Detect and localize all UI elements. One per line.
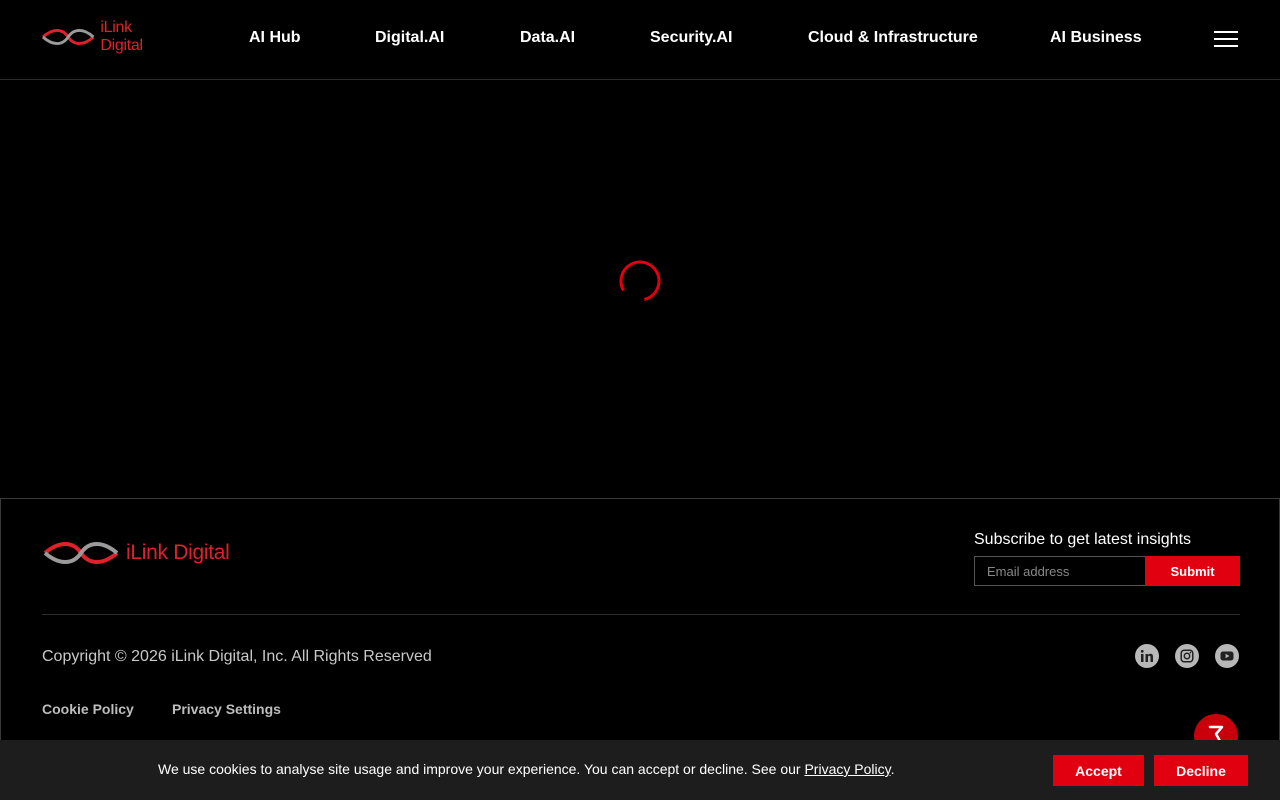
cookie-consent-bar: We use cookies to analyse site usage and… [0, 740, 1280, 800]
subscribe-title: Subscribe to get latest insights [974, 531, 1192, 548]
footer-logo[interactable]: iLink Digital [43, 541, 230, 565]
copyright-text: Copyright © 2026 iLink Digital, Inc. All… [42, 648, 432, 665]
youtube-icon[interactable] [1215, 644, 1239, 668]
hamburger-menu-icon[interactable] [1214, 31, 1238, 49]
site-header: iLink Digital AI Hub Digital.AI Data.AI … [0, 0, 1280, 80]
loading-spinner-icon [619, 260, 661, 302]
nav-item-ai-business[interactable]: AI Business [1050, 29, 1142, 47]
nav-item-digital-ai[interactable]: Digital.AI [375, 29, 444, 47]
cookie-message-end: . [890, 761, 895, 777]
email-field[interactable] [974, 556, 1146, 586]
footer-logo-text: iLink Digital [126, 541, 230, 564]
linkedin-icon[interactable] [1135, 644, 1159, 668]
logo-mark-icon [43, 542, 119, 564]
privacy-policy-link[interactable]: Privacy Policy [804, 761, 890, 777]
instagram-icon[interactable] [1175, 644, 1199, 668]
privacy-settings-link[interactable]: Privacy Settings [172, 701, 281, 717]
nav-item-security-ai[interactable]: Security.AI [650, 29, 732, 47]
accept-button[interactable]: Accept [1053, 755, 1144, 786]
main-nav: AI Hub Digital.AI Data.AI Security.AI Cl… [0, 29, 1280, 51]
cookie-message-text: We use cookies to analyse site usage and… [158, 761, 805, 777]
nav-item-cloud-infrastructure[interactable]: Cloud & Infrastructure [808, 29, 978, 47]
decline-button[interactable]: Decline [1154, 755, 1248, 786]
nav-item-ai-hub[interactable]: AI Hub [249, 29, 301, 47]
footer-divider [42, 614, 1240, 615]
cookie-message: We use cookies to analyse site usage and… [158, 761, 894, 777]
submit-button[interactable]: Submit [1145, 556, 1240, 586]
nav-item-data-ai[interactable]: Data.AI [520, 29, 575, 47]
cookie-policy-link[interactable]: Cookie Policy [42, 701, 134, 717]
